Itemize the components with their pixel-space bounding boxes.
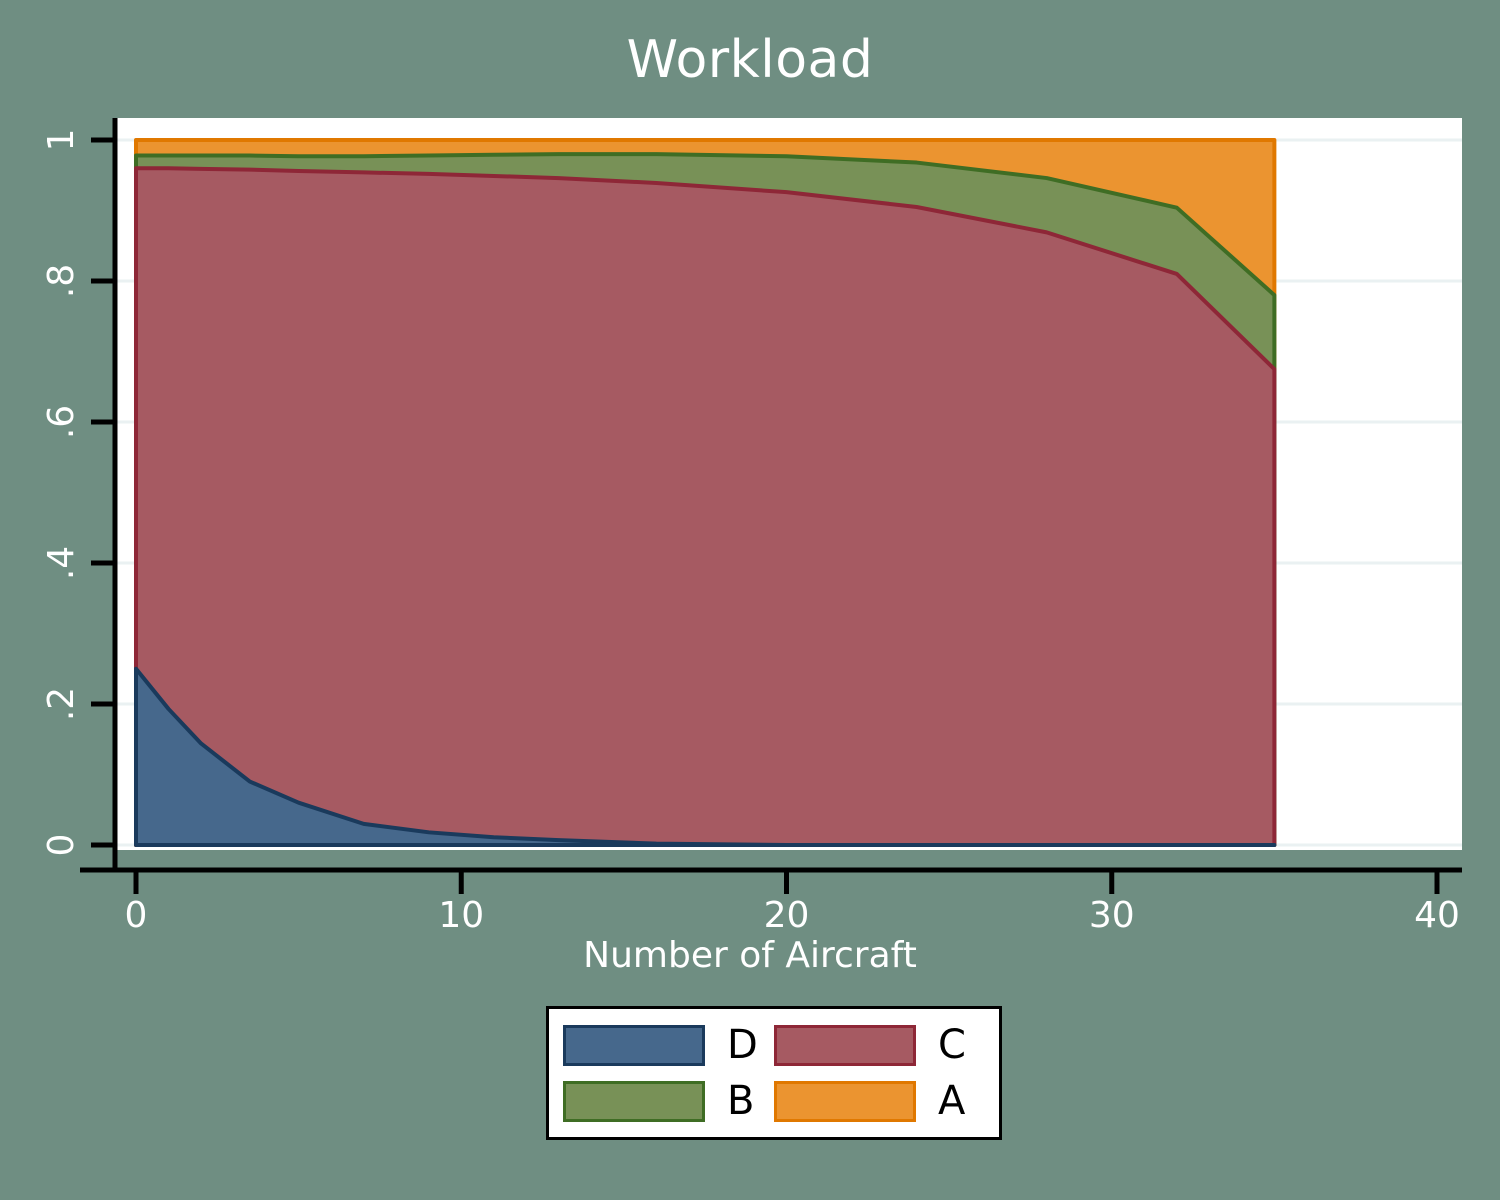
legend-entry-B[interactable]: B: [563, 1078, 774, 1124]
x-axis-title: Number of Aircraft: [583, 935, 917, 976]
legend-entry-C[interactable]: C: [774, 1022, 985, 1068]
legend-swatch-B: [563, 1080, 705, 1122]
x-tick-label-0: 0: [124, 895, 148, 936]
y-tick-label-2: .4: [41, 545, 82, 581]
legend-entry-D[interactable]: D: [563, 1022, 774, 1068]
x-tick-label-3: 30: [1088, 895, 1135, 936]
legend-label-A: A: [938, 1078, 966, 1124]
area-series-C: [134, 166, 1277, 847]
legend-label-B: B: [727, 1078, 755, 1124]
x-tick-label-1: 10: [438, 895, 485, 936]
x-tick-label-4: 40: [1414, 895, 1460, 936]
legend-label-D: D: [727, 1022, 758, 1068]
y-tick-label-3: .6: [41, 404, 82, 440]
y-tick-label-4: .8: [41, 263, 82, 299]
legend-swatch-A: [774, 1080, 916, 1122]
legend-swatch-D: [563, 1024, 705, 1066]
chart-root: Workload 0 10 20 30 40 0.2.4.6.8 1 Number of …: [0, 0, 1500, 1200]
chart-legend: D C B A: [546, 1006, 1002, 1140]
y-tick-label-5: 1: [41, 128, 82, 152]
legend-label-C: C: [938, 1022, 966, 1068]
y-tick-label-0: 0: [41, 833, 82, 857]
legend-entry-A[interactable]: A: [774, 1078, 985, 1124]
x-tick-label-2: 20: [763, 895, 810, 936]
legend-swatch-C: [774, 1024, 916, 1066]
y-tick-label-1: .2: [41, 686, 82, 722]
